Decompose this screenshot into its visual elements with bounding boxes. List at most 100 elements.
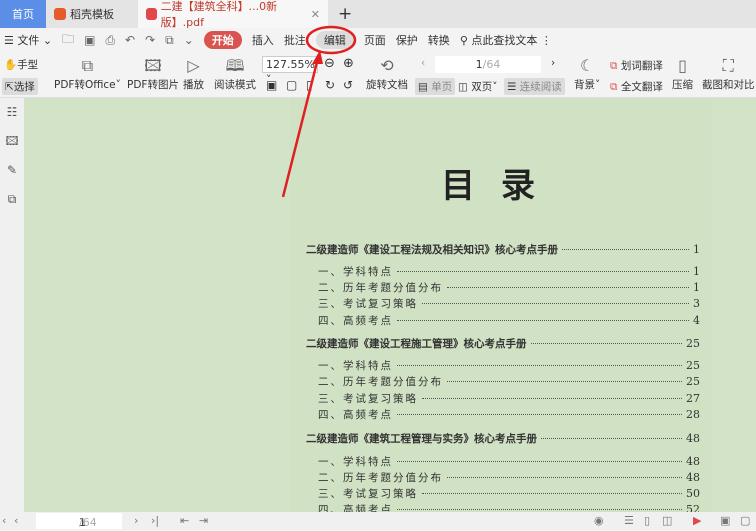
export-icon[interactable]: ⧉ xyxy=(165,33,174,48)
toc-text: 四、高频考点 xyxy=(318,504,393,512)
image-icon: 🖾 xyxy=(144,56,162,75)
toc-leader xyxy=(541,438,682,439)
label: 压缩 xyxy=(672,79,693,91)
toc-page-number: 25 xyxy=(686,337,700,350)
toc-item[interactable]: 一、学科特点 1 xyxy=(306,264,700,279)
toc-item[interactable]: 一、学科特点 48 xyxy=(306,454,700,469)
single-page-button[interactable]: ▤ 单页 xyxy=(415,78,456,95)
next-page-icon[interactable]: › xyxy=(134,514,138,527)
compress-button[interactable]: ▯ 压缩 xyxy=(672,55,693,92)
screenshot-compare-button[interactable]: ⛶ 截图和对比 xyxy=(702,55,755,92)
first-page-icon[interactable]: ‹ xyxy=(2,514,6,527)
file-menu[interactable]: ☰ 文件 ⌄ xyxy=(4,32,52,48)
label: PDF转Office xyxy=(54,79,116,91)
background-button[interactable]: ☾ 背景˅ xyxy=(574,55,600,92)
outline-icon[interactable]: ☷ xyxy=(0,98,24,127)
forward-icon[interactable]: ⇥ xyxy=(199,514,208,527)
play-icon[interactable]: ▶ xyxy=(693,514,701,527)
continuous-view-icon[interactable]: ☰ xyxy=(624,514,634,527)
hand-tool[interactable]: ✋手型 xyxy=(4,57,38,72)
redo-icon[interactable]: ↷ xyxy=(145,33,155,47)
cursor-icon: ⇱ xyxy=(5,81,14,93)
word-translate-button[interactable]: ⧉ 划词翻译 xyxy=(610,58,663,73)
rotate-document-button[interactable]: ⟲ 旋转文档 xyxy=(366,55,408,92)
open-icon[interactable]: 🗀 xyxy=(62,30,74,51)
continuous-read-button[interactable]: ☰ 连续阅读 xyxy=(504,78,565,95)
toc-heading[interactable]: 二级建造师《建设工程法规及相关知识》核心考点手册 1 xyxy=(306,242,700,257)
tab-pdf-document[interactable]: 二建【建筑全科】...0新版】.pdf ✕ xyxy=(138,0,328,29)
toc-item[interactable]: 四、高频考点 28 xyxy=(306,407,700,422)
fit-width-icon[interactable]: ▯ xyxy=(306,78,313,92)
rotate-right-icon[interactable]: ↻ xyxy=(325,78,335,92)
translate-icon: ⧉ xyxy=(610,60,618,72)
toc-item[interactable]: 二、历年考题分值分布 48 xyxy=(306,470,700,485)
toc-heading[interactable]: 二级建造师《建设工程施工管理》核心考点手册 25 xyxy=(306,336,700,351)
select-tool[interactable]: ⇱选择 xyxy=(2,78,38,95)
more-icon[interactable]: ⌄ xyxy=(184,33,194,47)
pdf-to-office-button[interactable]: ⧉ PDF转Office˅ xyxy=(54,55,121,92)
fit-page-icon[interactable]: ▢ xyxy=(286,78,297,92)
zoom-select[interactable]: 127.55% ˅ xyxy=(262,56,318,86)
close-icon[interactable]: ✕ xyxy=(311,8,320,21)
toc-item[interactable]: 一、学科特点 25 xyxy=(306,358,700,373)
toc-item[interactable]: 四、高频考点 4 xyxy=(306,313,700,328)
pdf-to-image-button[interactable]: 🖾 PDF转图片 xyxy=(127,55,179,92)
read-mode-button[interactable]: 🕮 阅读模式 xyxy=(214,55,256,92)
fit-page-icon[interactable]: ▢ xyxy=(740,514,750,527)
search-box[interactable]: ⚲ 点此查找文本 ⋮ xyxy=(460,32,552,48)
actual-size-icon[interactable]: ▣ xyxy=(266,78,277,92)
menu-protect[interactable]: 保护 xyxy=(396,32,418,48)
prev-page-icon[interactable]: ‹ xyxy=(14,514,18,527)
menu-page[interactable]: 页面 xyxy=(364,32,386,48)
toc-item[interactable]: 三、考试复习策略 50 xyxy=(306,486,700,501)
toc-item[interactable]: 四、高频考点 52 xyxy=(306,502,700,512)
toc-item[interactable]: 二、历年考题分值分布 1 xyxy=(306,280,700,295)
single-view-icon[interactable]: ▯ xyxy=(644,514,650,527)
tab-home[interactable]: 首页 xyxy=(0,0,46,28)
toc-page-number: 48 xyxy=(686,471,700,484)
zoom-in-icon[interactable]: ⊕ xyxy=(343,56,354,71)
thumbnail-icon[interactable]: 🖾 xyxy=(0,127,24,156)
menu-start[interactable]: 开始 xyxy=(203,31,242,49)
toc-item[interactable]: 二、历年考题分值分布 25 xyxy=(306,374,700,389)
last-page-icon[interactable]: ›| xyxy=(151,514,159,527)
menu-comment[interactable]: 批注 xyxy=(284,32,306,48)
actual-size-icon[interactable]: ▣ xyxy=(720,514,730,527)
toc-text: 二、历年考题分值分布 xyxy=(318,282,443,294)
page-number-input[interactable]: 1/64 xyxy=(435,56,541,73)
single-page-icon: ▤ xyxy=(418,81,428,93)
print-icon[interactable]: ⎙ xyxy=(105,33,115,48)
toc-text: 二级建造师《建设工程施工管理》核心考点手册 xyxy=(306,338,527,350)
pdf-tools-icon[interactable]: ⧉ xyxy=(0,185,24,214)
undo-icon[interactable]: ↶ xyxy=(125,33,135,47)
next-page-icon[interactable]: › xyxy=(551,57,555,69)
double-page-icon: ◫ xyxy=(458,81,468,93)
left-sidebar: ☷ 🖾 ✎ ⧉ xyxy=(0,98,24,512)
double-page-button[interactable]: ◫ 双页˅ xyxy=(458,79,498,94)
status-page-input[interactable]: 1/64 xyxy=(36,513,122,529)
menu-edit[interactable]: 编辑 xyxy=(315,31,354,49)
toc-text: 二级建造师《建设工程法规及相关知识》核心考点手册 xyxy=(306,244,558,256)
toc-page-number: 48 xyxy=(686,455,700,468)
full-translate-button[interactable]: ⧉ 全文翻译 xyxy=(610,79,663,94)
play-button[interactable]: ▷ 播放 xyxy=(183,55,204,92)
toc-leader xyxy=(447,287,689,288)
tab-bar: 首页 稻壳模板 二建【建筑全科】...0新版】.pdf ✕ + xyxy=(0,0,756,29)
new-tab-button[interactable]: + xyxy=(328,0,362,28)
toc-text: 二、历年考题分值分布 xyxy=(318,472,443,484)
prev-page-icon[interactable]: ‹ xyxy=(421,57,425,69)
menu-insert[interactable]: 插入 xyxy=(252,32,274,48)
eye-protection-icon[interactable]: ◉ xyxy=(594,514,604,527)
menu-convert[interactable]: 转换 xyxy=(428,32,450,48)
tab-templates[interactable]: 稻壳模板 xyxy=(46,0,138,28)
zoom-out-icon[interactable]: ⊖ xyxy=(324,56,335,71)
toc-item[interactable]: 三、考试复习策略 27 xyxy=(306,391,700,406)
back-icon[interactable]: ⇤ xyxy=(180,514,189,527)
annotation-pen-icon[interactable]: ✎ xyxy=(0,156,24,185)
toc-leader xyxy=(397,414,682,415)
save-icon[interactable]: ▣ xyxy=(84,33,95,47)
double-view-icon[interactable]: ◫ xyxy=(662,514,672,527)
toc-item[interactable]: 三、考试复习策略 3 xyxy=(306,296,700,311)
rotate-left-icon[interactable]: ↺ xyxy=(343,78,353,92)
toc-heading[interactable]: 二级建造师《建筑工程管理与实务》核心考点手册 48 xyxy=(306,431,700,446)
